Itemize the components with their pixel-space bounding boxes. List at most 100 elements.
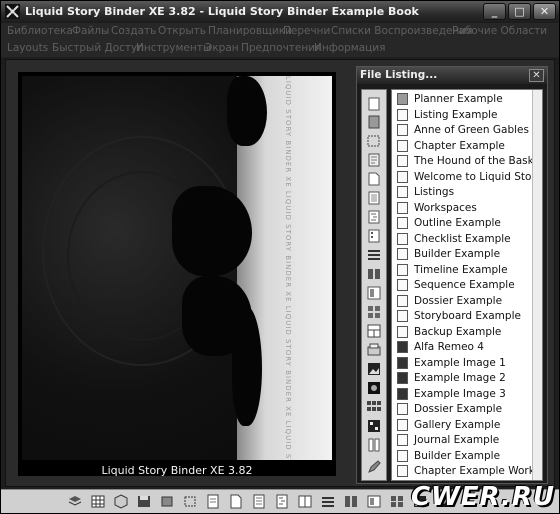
file-type-icon <box>397 201 408 214</box>
save-icon[interactable] <box>136 494 152 509</box>
file-type-icon <box>397 418 408 431</box>
close-button[interactable]: ✕ <box>533 3 556 20</box>
file-list-item-label: Gallery Example <box>414 418 501 431</box>
box-icon[interactable] <box>113 494 129 509</box>
select-area-icon[interactable] <box>182 494 198 509</box>
file-type-icon <box>397 108 408 121</box>
file-type-icon <box>397 93 408 105</box>
menu-planners[interactable]: Планировщики <box>208 25 292 37</box>
backup-icon[interactable] <box>366 343 382 357</box>
gallery-icon[interactable] <box>366 400 382 414</box>
title-bar[interactable]: Liquid Story Binder XE 3.82 - Liquid Sto… <box>1 1 559 23</box>
file-list-item[interactable]: Dossier Example <box>395 402 541 417</box>
layers-icon[interactable] <box>67 494 83 509</box>
file-list-item-label: Checklist Example <box>414 232 511 245</box>
image-icon[interactable] <box>366 362 382 376</box>
file-list-item[interactable]: Gallery Example <box>395 418 541 433</box>
outline-icon[interactable] <box>366 210 382 224</box>
file-list-item[interactable]: Welcome to Liquid Story B <box>395 170 541 185</box>
file-list-item-label: The Hound of the Baskerv <box>414 155 541 167</box>
panel-icon[interactable] <box>366 494 382 509</box>
file-list-item-label: Builder Example <box>414 449 501 462</box>
menu-tools[interactable]: Инструменты <box>136 42 211 54</box>
menu-information[interactable]: Информация <box>314 42 385 54</box>
file-list-item[interactable]: Backup Example <box>395 325 541 340</box>
file-list-scrollbar[interactable] <box>532 90 542 480</box>
file-list-item[interactable]: Example Image 2 <box>395 371 541 386</box>
file-list-item[interactable]: Example Image 3 <box>395 387 541 402</box>
menu-open[interactable]: Открыть <box>158 25 206 37</box>
file-list-item[interactable]: Planner Example <box>395 92 541 107</box>
maximize-button[interactable]: □ <box>508 3 531 20</box>
file-list-item[interactable]: Builder Example <box>395 247 541 262</box>
file-list-item[interactable]: Dossier Example <box>395 294 541 309</box>
file-list-item[interactable]: Listing Example <box>395 108 541 123</box>
file-list-item[interactable]: Workspaces <box>395 201 541 216</box>
doc-lines-icon[interactable] <box>205 494 221 509</box>
rows-icon[interactable] <box>320 494 336 509</box>
layout-icon[interactable] <box>366 324 382 338</box>
menu-layouts[interactable]: Layouts <box>7 42 48 54</box>
minimize-button[interactable]: _ <box>483 3 506 20</box>
file-list-item[interactable]: Outline Example <box>395 216 541 231</box>
file-list-item-label: Builder Example <box>414 248 501 260</box>
menu-files[interactable]: Файлы <box>72 25 109 37</box>
file-list-item[interactable]: Checklist Example <box>395 232 541 247</box>
menu-library[interactable]: Библиотека <box>7 25 73 37</box>
image-dark-icon[interactable] <box>366 381 382 395</box>
file-list-item[interactable]: Storyboard Example <box>395 309 541 324</box>
menu-preferences[interactable]: Предпочтения <box>241 42 321 54</box>
grid-icon[interactable] <box>90 494 106 509</box>
list-doc-icon[interactable] <box>251 494 267 509</box>
split-view-icon[interactable] <box>297 494 313 509</box>
square-icon[interactable] <box>159 494 175 509</box>
menu-quick-access[interactable]: Быстрый Доступ <box>52 42 144 54</box>
mosaic-icon[interactable] <box>366 419 382 433</box>
file-list-item[interactable]: Timeline Example <box>395 263 541 278</box>
outline-doc-icon[interactable] <box>274 494 290 509</box>
file-list-item[interactable]: Sequence Example <box>395 278 541 293</box>
file-list-item[interactable]: Journal Example <box>395 433 541 448</box>
file-list-item-label: Storyboard Example <box>414 310 521 322</box>
menu-lists[interactable]: Перечни <box>283 25 330 37</box>
document-icon[interactable] <box>366 153 382 167</box>
columns-bar-icon[interactable] <box>343 494 359 509</box>
ink-blot <box>227 76 267 146</box>
checklist-icon[interactable] <box>366 229 382 243</box>
page-icon[interactable] <box>366 172 382 186</box>
file-list-item-label: Workspaces <box>414 201 477 214</box>
file-listing-title: File Listing... <box>360 69 438 81</box>
pen-icon[interactable] <box>366 460 382 474</box>
file-list-item[interactable]: Listings <box>395 185 541 200</box>
file-type-icon <box>397 263 408 276</box>
grey-file-icon[interactable] <box>366 115 382 129</box>
file-list-item[interactable]: Anne of Green Gables <box>395 123 541 138</box>
blank-file-icon[interactable] <box>366 97 382 111</box>
menu-workspaces[interactable]: Рабочие Области <box>452 25 547 37</box>
storyboard-icon[interactable] <box>366 305 382 319</box>
timeline-icon[interactable] <box>366 248 382 262</box>
menu-create[interactable]: Создать <box>111 25 156 37</box>
cover-panel: LIQUID STORY BINDER XE LIQUID STORY BIND… <box>18 72 336 477</box>
file-list-item[interactable]: Chapter Example Workspa <box>395 464 541 479</box>
ink-blot <box>232 306 262 426</box>
page-fold-icon[interactable] <box>228 494 244 509</box>
columns-icon[interactable] <box>366 438 382 452</box>
sequence-icon[interactable] <box>366 267 382 281</box>
file-list-item[interactable]: Builder Example <box>395 449 541 464</box>
file-list-item-label: Listing Example <box>414 108 498 121</box>
file-list-item[interactable]: Example Image 1 <box>395 356 541 371</box>
tiles-icon[interactable] <box>389 494 405 509</box>
file-listing-titlebar[interactable]: File Listing... ✕ <box>357 67 547 84</box>
file-list-item[interactable]: Chapter Example <box>395 139 541 154</box>
file-type-icon <box>397 294 408 307</box>
select-icon[interactable] <box>366 134 382 148</box>
file-type-icon <box>397 403 408 415</box>
dossier-icon[interactable] <box>366 286 382 300</box>
file-listing-close-button[interactable]: ✕ <box>529 69 544 82</box>
file-list-item[interactable]: The Hound of the Baskerv <box>395 154 541 169</box>
file-list-item-label: Journal Example <box>414 434 500 446</box>
file-list-item[interactable]: Alfa Remeo 4 <box>395 340 541 355</box>
menu-screen[interactable]: Экран <box>205 42 239 54</box>
text-file-icon[interactable] <box>366 191 382 205</box>
